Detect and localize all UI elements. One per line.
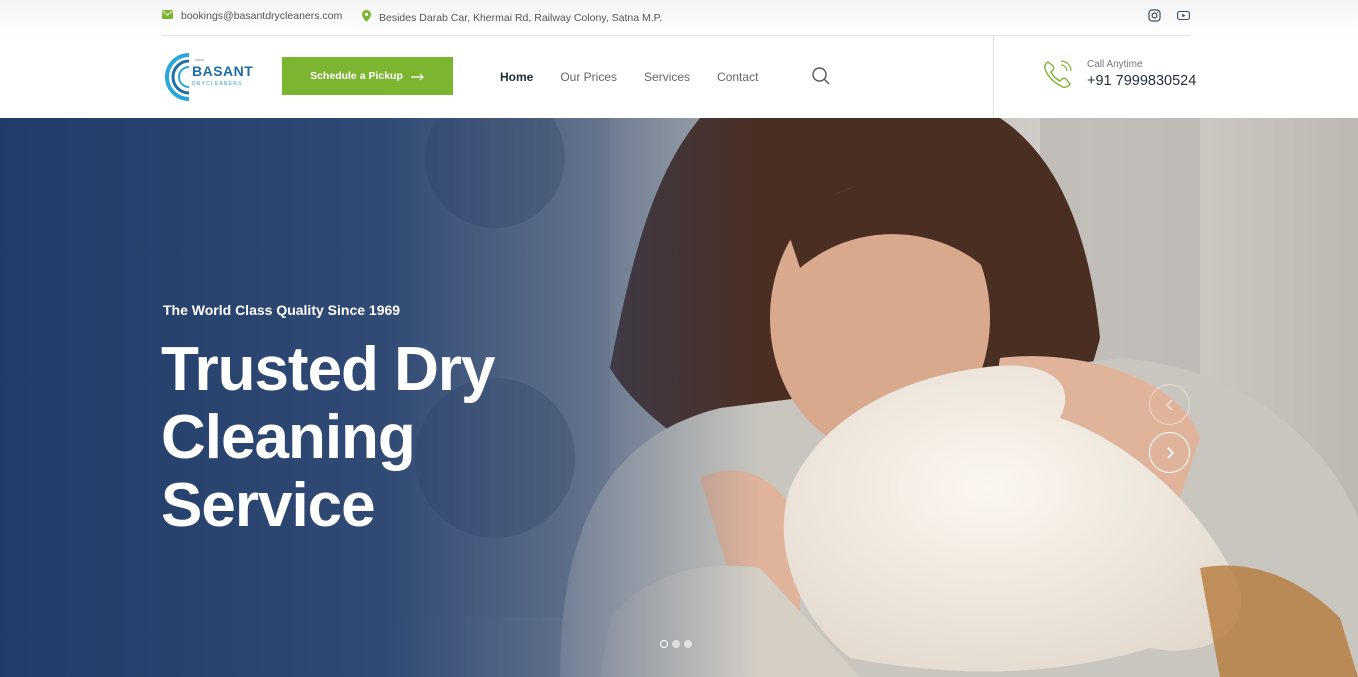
main-header: since BASANT DRYCLEANERS Schedule a Pick… [0, 36, 1358, 118]
slider-dot[interactable] [684, 640, 692, 648]
logo[interactable]: since BASANT DRYCLEANERS [165, 51, 253, 101]
contact-email-text: bookings@basantdrycleaners.com [181, 10, 343, 22]
nav-home[interactable]: Home [500, 70, 533, 84]
instagram-icon[interactable] [1148, 9, 1161, 22]
contact-address-text: Besides Darab Car, Khermai Rd, Railway C… [379, 11, 663, 24]
nav-contact[interactable]: Contact [717, 70, 758, 84]
call-number[interactable]: +91 7999830524 [1087, 73, 1196, 89]
phone-icon [1042, 58, 1074, 90]
logo-small-text: since [195, 57, 205, 62]
hero-slider: The World Class Quality Since 1969 Trust… [0, 118, 1358, 677]
contact-email[interactable]: bookings@basantdrycleaners.com [162, 10, 342, 22]
top-bar: bookings@basantdrycleaners.com Besides D… [0, 0, 1358, 36]
social-links [1148, 9, 1190, 22]
slider-dot[interactable] [672, 640, 680, 648]
logo-subtitle: DRYCLEANERS [192, 81, 243, 87]
top-bar-inner: bookings@basantdrycleaners.com Besides D… [162, 0, 1190, 36]
slider-dot[interactable] [660, 640, 668, 648]
nav-our-prices[interactable]: Our Prices [560, 70, 617, 84]
envelope-icon [162, 10, 173, 22]
map-pin-icon [362, 10, 371, 25]
search-icon[interactable] [811, 66, 831, 86]
youtube-icon[interactable] [1177, 9, 1190, 22]
hero-title: Trusted Dry Cleaning Service [161, 335, 496, 540]
call-label: Call Anytime [1087, 59, 1143, 70]
schedule-pickup-label: Schedule a Pickup [310, 70, 403, 82]
chevron-right-icon [1166, 446, 1174, 459]
schedule-pickup-button[interactable]: Schedule a Pickup [282, 57, 453, 95]
slider-next-button[interactable] [1149, 432, 1190, 473]
header-divider [993, 36, 994, 118]
chevron-left-icon [1165, 398, 1173, 411]
hero-tagline: The World Class Quality Since 1969 [163, 302, 401, 318]
slider-pagination [660, 640, 692, 648]
nav-services[interactable]: Services [644, 70, 690, 84]
slider-prev-button[interactable] [1149, 384, 1190, 425]
contact-address: Besides Darab Car, Khermai Rd, Railway C… [362, 10, 662, 25]
arrow-right-icon [410, 69, 425, 84]
logo-name: BASANT [192, 63, 254, 79]
main-nav: Home Our Prices Services Contact [500, 70, 785, 84]
